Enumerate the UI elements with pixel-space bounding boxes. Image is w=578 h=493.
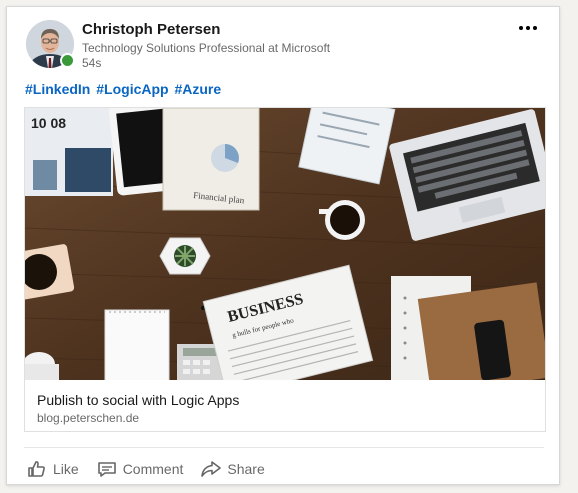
more-options-button[interactable] — [515, 21, 541, 35]
like-label: Like — [53, 461, 79, 477]
hashtag-logicapp[interactable]: #LogicApp — [96, 81, 168, 97]
author-name[interactable]: Christoph Petersen — [82, 21, 220, 38]
financial-plan-document: Financial plan — [162, 108, 260, 211]
comment-icon — [97, 462, 116, 477]
link-preview-card[interactable]: 10 08 Financial plan BUSINESS g bulls fo… — [24, 107, 546, 432]
like-button[interactable]: Like — [25, 458, 81, 480]
magazine: 10 08 — [25, 108, 113, 196]
share-button[interactable]: Share — [199, 458, 266, 480]
link-preview-image[interactable]: 10 08 Financial plan BUSINESS g bulls fo… — [25, 108, 545, 380]
divider — [24, 447, 544, 448]
desk-scene-illustration: 10 08 Financial plan BUSINESS g bulls fo… — [25, 108, 545, 380]
notebook — [417, 282, 545, 380]
thumbs-up-icon — [28, 461, 45, 477]
link-preview-domain: blog.peterschen.de — [37, 411, 140, 425]
post-hashtags: #LinkedIn #LogicApp #Azure — [25, 81, 223, 97]
comment-label: Comment — [122, 461, 184, 477]
plant-pot — [159, 237, 211, 275]
mug — [25, 244, 75, 300]
share-icon — [201, 461, 222, 477]
more-options-dot — [526, 26, 530, 30]
author-avatar[interactable] — [26, 20, 75, 68]
notepad — [104, 309, 170, 380]
presence-indicator — [60, 53, 75, 68]
post-timestamp: 54s — [82, 56, 102, 70]
comment-button[interactable]: Comment — [95, 458, 186, 480]
hashtag-linkedin[interactable]: #LinkedIn — [25, 81, 90, 97]
author-headline: Technology Solutions Professional at Mic… — [82, 41, 331, 55]
post-card: Christoph Petersen Technology Solutions … — [6, 6, 560, 485]
more-options-icon — [519, 26, 523, 30]
magazine-numbers: 10 08 — [31, 115, 66, 131]
more-options-dot — [533, 26, 537, 30]
share-label: Share — [227, 461, 265, 477]
hashtag-azure[interactable]: #Azure — [174, 81, 221, 97]
social-actions-bar: Like Comment Share — [25, 457, 267, 481]
post-header: Christoph Petersen Technology Solutions … — [26, 19, 546, 75]
link-preview-title[interactable]: Publish to social with Logic Apps — [37, 392, 239, 408]
